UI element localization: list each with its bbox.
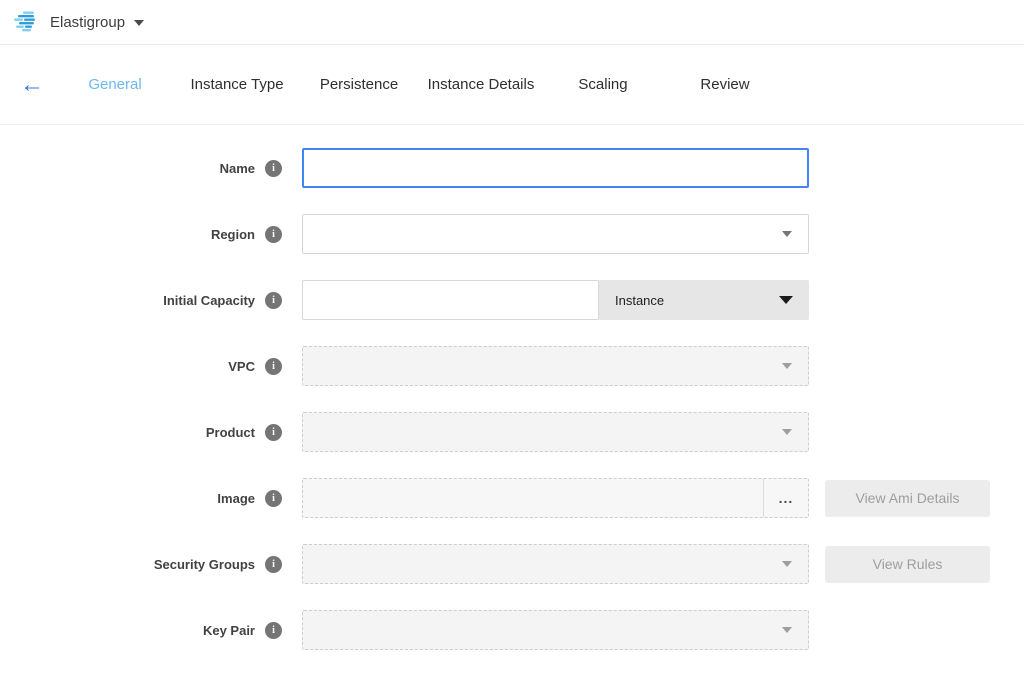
capacity-unit-select[interactable]: Instance xyxy=(599,280,809,320)
image-info-icon[interactable]: i xyxy=(265,490,282,507)
image-input-value xyxy=(303,479,763,517)
caret-down-icon xyxy=(779,296,793,304)
caret-down-icon xyxy=(782,627,792,633)
vpc-select xyxy=(302,346,809,386)
caret-down-icon xyxy=(782,561,792,567)
general-settings-form: Name i Region i Initial Capacity i Insta… xyxy=(0,125,1024,650)
app-switcher-label[interactable]: Elastigroup xyxy=(50,14,125,31)
caret-down-icon xyxy=(782,231,792,237)
view-ami-details-button[interactable]: View Ami Details xyxy=(825,480,990,517)
key-pair-label: Key Pair xyxy=(203,623,255,638)
security-groups-select xyxy=(302,544,809,584)
image-row: Image i ... View Ami Details xyxy=(0,478,1024,518)
key-pair-row: Key Pair i xyxy=(0,610,1024,650)
key-pair-info-icon[interactable]: i xyxy=(265,622,282,639)
chevron-down-icon[interactable] xyxy=(134,20,144,26)
initial-capacity-label: Initial Capacity xyxy=(163,293,255,308)
security-groups-label: Security Groups xyxy=(154,557,255,572)
security-groups-row: Security Groups i View Rules xyxy=(0,544,1024,584)
name-row: Name i xyxy=(0,148,1024,188)
back-arrow-icon[interactable]: ← xyxy=(20,73,54,97)
region-row: Region i xyxy=(0,214,1024,254)
wizard-tabs: General Instance Type Persistence Instan… xyxy=(54,76,786,93)
product-row: Product i xyxy=(0,412,1024,452)
vpc-info-icon[interactable]: i xyxy=(265,358,282,375)
initial-capacity-info-icon[interactable]: i xyxy=(265,292,282,309)
initial-capacity-input[interactable] xyxy=(302,280,599,320)
view-rules-button[interactable]: View Rules xyxy=(825,546,990,583)
key-pair-select xyxy=(302,610,809,650)
product-label: Product xyxy=(206,425,255,440)
tab-review[interactable]: Review xyxy=(664,76,786,93)
name-info-icon[interactable]: i xyxy=(265,160,282,177)
caret-down-icon xyxy=(782,363,792,369)
tab-persistence[interactable]: Persistence xyxy=(298,76,420,93)
product-info-icon[interactable]: i xyxy=(265,424,282,441)
capacity-unit-value: Instance xyxy=(615,293,664,308)
tab-instance-type[interactable]: Instance Type xyxy=(176,76,298,93)
initial-capacity-row: Initial Capacity i Instance xyxy=(0,280,1024,320)
image-label: Image xyxy=(217,491,255,506)
vpc-label: VPC xyxy=(228,359,255,374)
image-input: ... xyxy=(302,478,809,518)
app-header: Elastigroup xyxy=(0,0,1024,45)
name-label: Name xyxy=(220,161,255,176)
region-label: Region xyxy=(211,227,255,242)
name-input[interactable] xyxy=(302,148,809,188)
region-info-icon[interactable]: i xyxy=(265,226,282,243)
wizard-tab-bar: ← General Instance Type Persistence Inst… xyxy=(0,45,1024,125)
browse-image-button[interactable]: ... xyxy=(763,479,808,517)
tab-instance-details[interactable]: Instance Details xyxy=(420,76,542,93)
region-select[interactable] xyxy=(302,214,809,254)
elastigroup-logo-icon xyxy=(14,11,40,33)
tab-general[interactable]: General xyxy=(54,76,176,93)
security-groups-info-icon[interactable]: i xyxy=(265,556,282,573)
tab-scaling[interactable]: Scaling xyxy=(542,76,664,93)
vpc-row: VPC i xyxy=(0,346,1024,386)
product-select xyxy=(302,412,809,452)
caret-down-icon xyxy=(782,429,792,435)
